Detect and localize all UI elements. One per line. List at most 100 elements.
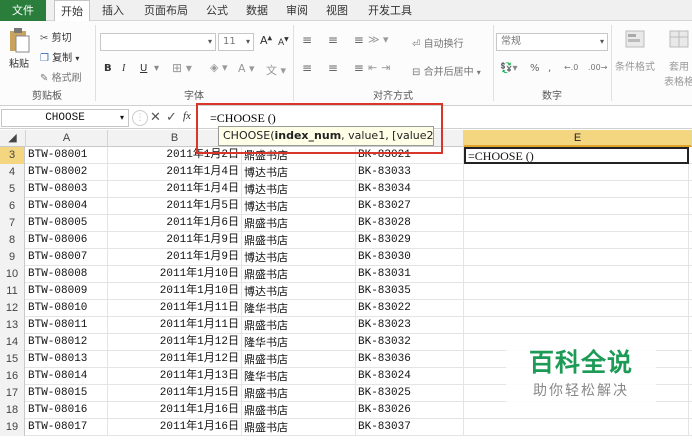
format-painter-button[interactable]: ✎ 格式刷 — [40, 69, 82, 84]
phonetic-icon[interactable]: 文 ▾ — [266, 62, 286, 78]
cell-book-id[interactable]: BK-83033 — [356, 164, 464, 181]
indent-icons[interactable]: ⇤⇥ — [368, 61, 394, 74]
row-header[interactable]: 5 — [0, 181, 25, 198]
cell-order-id[interactable]: BTW-08015 — [26, 385, 108, 402]
row-header[interactable]: 4 — [0, 164, 25, 181]
row-header[interactable]: 18 — [0, 402, 25, 419]
cell-order-id[interactable]: BTW-08007 — [26, 249, 108, 266]
row-header[interactable]: 16 — [0, 368, 25, 385]
horizontal-align-icons[interactable]: ≡ ≡ ≡ — [302, 61, 370, 75]
cell-order-id[interactable]: BTW-08013 — [26, 351, 108, 368]
cell-order-id[interactable]: BTW-08005 — [26, 215, 108, 232]
paste-button[interactable]: 粘贴 — [6, 27, 32, 79]
cell-date[interactable]: 2011年1月9日 — [108, 232, 242, 249]
row-header[interactable]: 7 — [0, 215, 25, 232]
cell-empty[interactable] — [464, 215, 689, 232]
cell-date[interactable]: 2011年1月16日 — [108, 419, 242, 436]
cell-date[interactable]: 2011年1月11日 — [108, 317, 242, 334]
cell-order-id[interactable]: BTW-08002 — [26, 164, 108, 181]
font-size-combo[interactable]: 11 ▾ — [218, 33, 254, 51]
cell-book-id[interactable]: BK-83023 — [356, 317, 464, 334]
tab-formulas[interactable]: 公式 — [200, 0, 234, 21]
cell-book-id[interactable]: BK-83037 — [356, 419, 464, 436]
cell-date[interactable]: 2011年1月10日 — [108, 283, 242, 300]
cell-bookstore[interactable]: 鼎盛书店 — [242, 232, 356, 249]
cell-bookstore[interactable]: 博达书店 — [242, 181, 356, 198]
cell-empty[interactable] — [464, 419, 689, 436]
cell-order-id[interactable]: BTW-08012 — [26, 334, 108, 351]
tab-file[interactable]: 文件 — [0, 0, 46, 21]
font-color-icon[interactable]: A ▾ — [238, 62, 255, 75]
column-header-e[interactable]: E — [464, 130, 692, 147]
cell-date[interactable]: 2011年1月4日 — [108, 181, 242, 198]
cell-empty[interactable] — [464, 266, 689, 283]
tab-developer[interactable]: 开发工具 — [362, 0, 418, 21]
tab-data[interactable]: 数据 — [240, 0, 274, 21]
row-header[interactable]: 11 — [0, 283, 25, 300]
font-name-combo[interactable]: ▾ — [100, 33, 216, 51]
shrink-font-button[interactable]: A▼ — [278, 36, 289, 48]
row-header[interactable]: 13 — [0, 317, 25, 334]
cell-order-id[interactable]: BTW-08004 — [26, 198, 108, 215]
enter-icon[interactable]: ✓ — [166, 110, 177, 125]
cell-order-id[interactable]: BTW-08014 — [26, 368, 108, 385]
cell-book-id[interactable]: BK-83035 — [356, 283, 464, 300]
row-header[interactable]: 10 — [0, 266, 25, 283]
cell-bookstore[interactable]: 博达书店 — [242, 164, 356, 181]
cell-bookstore[interactable]: 鼎盛书店 — [242, 351, 356, 368]
bold-button[interactable]: B — [104, 63, 112, 74]
row-header[interactable]: 8 — [0, 232, 25, 249]
tab-review[interactable]: 审阅 — [280, 0, 314, 21]
cell-date[interactable]: 2011年1月4日 — [108, 164, 242, 181]
row-header[interactable]: 3 — [0, 147, 25, 164]
cell-date[interactable]: 2011年1月16日 — [108, 402, 242, 419]
cell-bookstore[interactable]: 隆华书店 — [242, 334, 356, 351]
cell-bookstore[interactable]: 隆华书店 — [242, 300, 356, 317]
cancel-icon[interactable]: ✕ — [150, 110, 161, 125]
column-header-a[interactable]: A — [26, 130, 108, 147]
cell-empty[interactable] — [464, 283, 689, 300]
tab-insert[interactable]: 插入 — [96, 0, 130, 21]
cell-bookstore[interactable]: 鼎盛书店 — [242, 215, 356, 232]
cell-order-id[interactable]: BTW-08010 — [26, 300, 108, 317]
cell-empty[interactable] — [464, 249, 689, 266]
select-all-corner[interactable]: ◢ — [0, 130, 26, 147]
merge-center-button[interactable]: ⊟ 合并后居中 ▾ — [412, 63, 481, 78]
cell-order-id[interactable]: BTW-08001 — [26, 147, 108, 164]
cell-book-id[interactable]: BK-83032 — [356, 334, 464, 351]
wrap-text-button[interactable]: ⏎ 自动换行 — [412, 35, 464, 50]
cell-book-id[interactable]: BK-83027 — [356, 198, 464, 215]
cell-date[interactable]: 2011年1月12日 — [108, 351, 242, 368]
cell-order-id[interactable]: BTW-08016 — [26, 402, 108, 419]
accounting-format-icon[interactable]: 💱▾ — [500, 63, 517, 74]
comma-style-icon[interactable]: , — [548, 63, 551, 74]
underline-button[interactable]: U — [140, 63, 147, 74]
cell-bookstore[interactable]: 鼎盛书店 — [242, 385, 356, 402]
row-header[interactable]: 19 — [0, 419, 25, 436]
row-header[interactable]: 17 — [0, 385, 25, 402]
decrease-decimal-icon[interactable]: .00→ — [588, 63, 607, 72]
cell-book-id[interactable]: BK-83028 — [356, 215, 464, 232]
active-cell[interactable]: =CHOOSE () — [464, 147, 689, 164]
cell-book-id[interactable]: BK-83029 — [356, 232, 464, 249]
increase-decimal-icon[interactable]: ←.0 — [564, 63, 578, 72]
cell-bookstore[interactable]: 鼎盛书店 — [242, 266, 356, 283]
cell-book-id[interactable]: BK-83030 — [356, 249, 464, 266]
row-header[interactable]: 6 — [0, 198, 25, 215]
cell-bookstore[interactable]: 鼎盛书店 — [242, 402, 356, 419]
number-format-combo[interactable]: 常规 ▾ — [496, 33, 608, 51]
cell-bookstore[interactable]: 博达书店 — [242, 283, 356, 300]
cell-book-id[interactable]: BK-83025 — [356, 385, 464, 402]
tab-page-layout[interactable]: 页面布局 — [136, 0, 196, 21]
cell-book-id[interactable]: BK-83024 — [356, 368, 464, 385]
cell-order-id[interactable]: BTW-08003 — [26, 181, 108, 198]
row-header[interactable]: 9 — [0, 249, 25, 266]
cell-date[interactable]: 2011年1月11日 — [108, 300, 242, 317]
cell-book-id[interactable]: BK-83026 — [356, 402, 464, 419]
fill-color-icon[interactable]: ◈ ▾ — [210, 61, 227, 74]
tab-view[interactable]: 视图 — [320, 0, 354, 21]
cell-order-id[interactable]: BTW-08008 — [26, 266, 108, 283]
cell-date[interactable]: 2011年1月10日 — [108, 266, 242, 283]
cell-bookstore[interactable]: 博达书店 — [242, 198, 356, 215]
cell-bookstore[interactable]: 鼎盛书店 — [242, 317, 356, 334]
